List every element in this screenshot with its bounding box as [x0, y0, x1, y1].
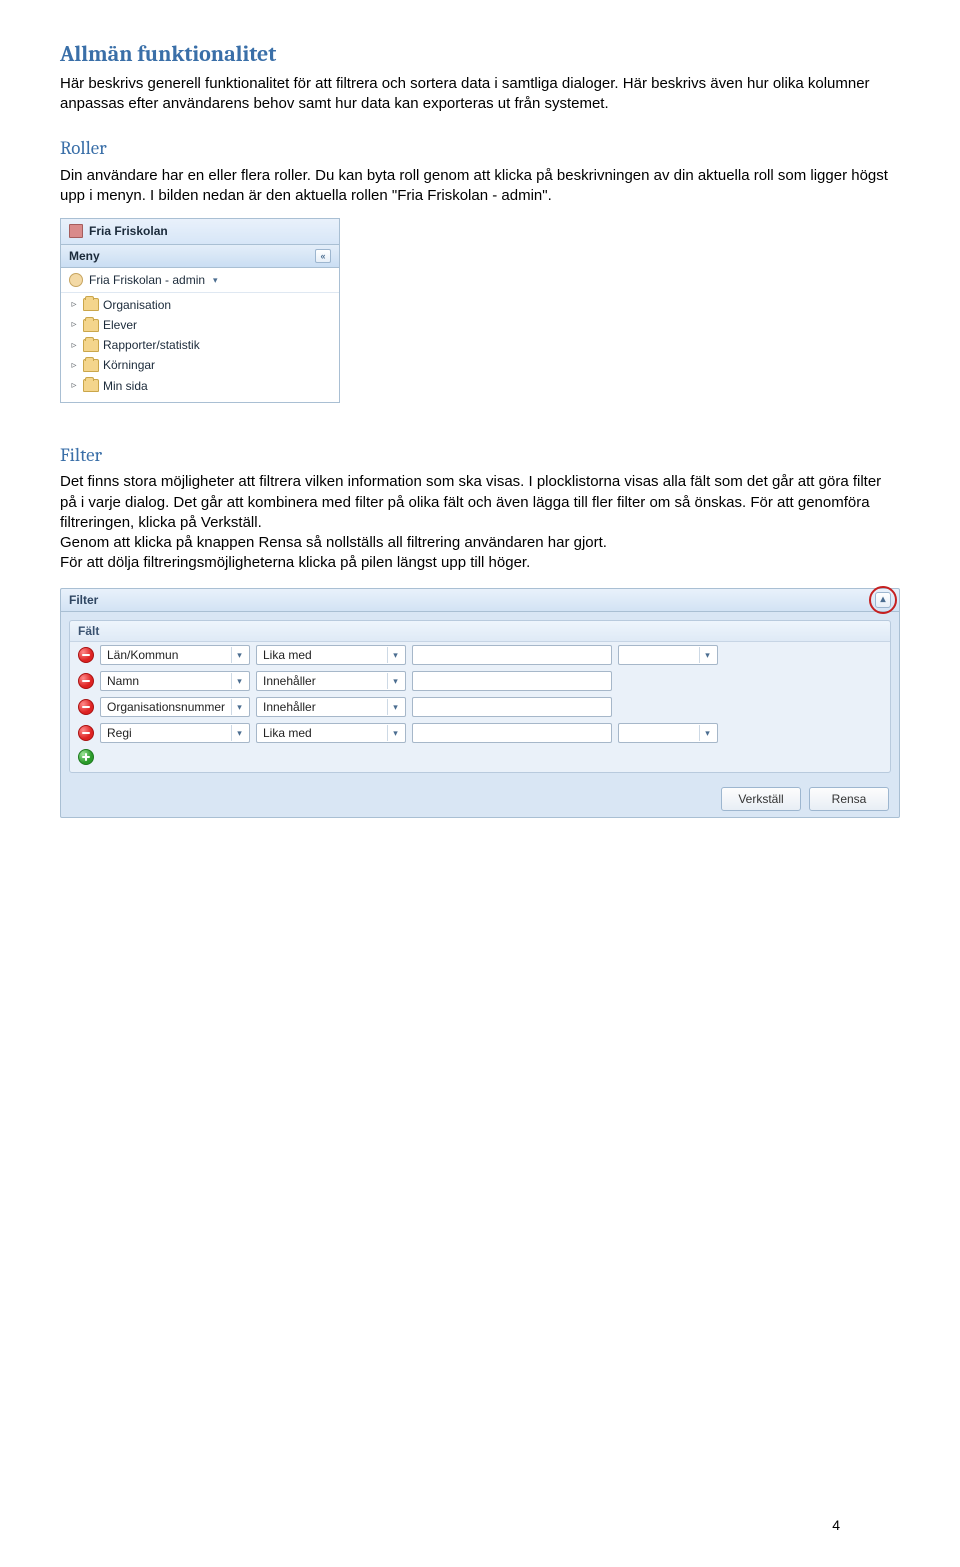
tree-caret-icon: ▹ — [69, 339, 79, 353]
filter-field-select[interactable]: Regi ▾ — [100, 723, 250, 743]
sidebar-screenshot: Fria Friskolan Meny « Fria Friskolan - a… — [60, 218, 340, 403]
chevron-down-icon: ▾ — [387, 725, 403, 741]
filter-group: Fält Län/Kommun ▾ Lika med ▾ ▾ Namn ▾ — [69, 620, 891, 773]
filter-collapse-button[interactable]: ▴ — [875, 592, 891, 608]
sidebar-item-label: Rapporter/statistik — [103, 337, 200, 353]
sidebar-item[interactable]: ▹ Rapporter/statistik — [65, 335, 339, 355]
filter-field-value: Län/Kommun — [107, 647, 178, 663]
sidebar-item[interactable]: ▹ Organisation — [65, 295, 339, 315]
chevron-down-icon: ▾ — [231, 699, 247, 715]
folder-icon — [83, 379, 99, 392]
filter-field-select[interactable]: Län/Kommun ▾ — [100, 645, 250, 665]
filter-operator-value: Lika med — [263, 725, 312, 741]
chevron-down-icon: ▾ — [387, 673, 403, 689]
filter-operator-value: Lika med — [263, 647, 312, 663]
filter-panel-title: Filter — [69, 592, 98, 608]
paragraph-roller: Din användare har en eller flera roller.… — [60, 166, 900, 207]
folder-icon — [83, 359, 99, 372]
filter-row: Namn ▾ Innehåller ▾ — [70, 668, 890, 694]
filter-group-title: Fält — [70, 621, 890, 642]
chevron-down-icon: ▾ — [699, 725, 715, 741]
filter-operator-select[interactable]: Innehåller ▾ — [256, 671, 406, 691]
remove-filter-button[interactable] — [78, 725, 94, 741]
sidebar-item[interactable]: ▹ Min sida — [65, 376, 339, 396]
sidebar-item-label: Min sida — [103, 378, 148, 394]
sidebar-item-label: Elever — [103, 317, 137, 333]
sidebar-tree: ▹ Organisation ▹ Elever ▹ Rapporter/stat… — [61, 293, 339, 402]
sidebar-item[interactable]: ▹ Elever — [65, 315, 339, 335]
filter-value-input[interactable] — [412, 645, 612, 665]
filter-row: Regi ▾ Lika med ▾ ▾ — [70, 720, 890, 746]
folder-icon — [83, 339, 99, 352]
school-icon — [69, 224, 83, 238]
chevron-down-icon: ▾ — [231, 647, 247, 663]
filter-value-input[interactable] — [412, 697, 612, 717]
sidebar-item-label: Organisation — [103, 297, 171, 313]
remove-filter-button[interactable] — [78, 699, 94, 715]
tree-caret-icon: ▹ — [69, 298, 79, 312]
filter-field-select[interactable]: Organisationsnummer ▾ — [100, 697, 250, 717]
paragraph-intro: Här beskrivs generell funktionalitet för… — [60, 74, 900, 115]
chevron-down-icon: ▾ — [213, 274, 218, 286]
sidebar-item[interactable]: ▹ Körningar — [65, 355, 339, 375]
filter-field-value: Regi — [107, 725, 132, 741]
chevron-down-icon: ▾ — [231, 673, 247, 689]
heading-filter: Filter — [60, 443, 900, 469]
filter-operator-value: Innehåller — [263, 699, 316, 715]
chevron-down-icon: ▾ — [387, 647, 403, 663]
filter-row: Län/Kommun ▾ Lika med ▾ ▾ — [70, 642, 890, 668]
filter-value-select[interactable]: ▾ — [618, 645, 718, 665]
chevron-down-icon: ▾ — [699, 647, 715, 663]
filter-add-row — [70, 746, 890, 768]
filter-value-select[interactable]: ▾ — [618, 723, 718, 743]
filter-row: Organisationsnummer ▾ Innehåller ▾ — [70, 694, 890, 720]
paragraph-filter: Det finns stora möjligheter att filtrera… — [60, 472, 900, 573]
filter-field-value: Organisationsnummer — [107, 699, 225, 715]
sidebar-title: Fria Friskolan — [89, 223, 168, 239]
add-filter-button[interactable] — [78, 749, 94, 765]
filter-operator-select[interactable]: Innehåller ▾ — [256, 697, 406, 717]
folder-icon — [83, 319, 99, 332]
filter-value-input[interactable] — [412, 671, 612, 691]
filter-value-input[interactable] — [412, 723, 612, 743]
filter-panel-header: Filter ▴ — [61, 589, 899, 612]
filter-panel: Filter ▴ Fält Län/Kommun ▾ Lika med ▾ ▾ — [60, 588, 900, 818]
sidebar-item-label: Körningar — [103, 357, 155, 373]
clear-filter-button[interactable]: Rensa — [809, 787, 889, 811]
filter-operator-select[interactable]: Lika med ▾ — [256, 723, 406, 743]
tree-caret-icon: ▹ — [69, 359, 79, 373]
sidebar-menu-header: Meny « — [61, 245, 339, 268]
annotation-circle — [869, 586, 897, 614]
user-icon — [69, 273, 83, 287]
role-selector[interactable]: Fria Friskolan - admin ▾ — [61, 268, 339, 293]
filter-buttons: Verkställ Rensa — [61, 781, 899, 811]
sidebar-collapse-button[interactable]: « — [315, 249, 331, 263]
heading-allman-funktionalitet: Allmän funktionalitet — [60, 40, 900, 70]
filter-field-select[interactable]: Namn ▾ — [100, 671, 250, 691]
tree-caret-icon: ▹ — [69, 379, 79, 393]
filter-field-value: Namn — [107, 673, 139, 689]
sidebar-title-bar: Fria Friskolan — [61, 219, 339, 244]
remove-filter-button[interactable] — [78, 673, 94, 689]
chevron-down-icon: ▾ — [231, 725, 247, 741]
tree-caret-icon: ▹ — [69, 318, 79, 332]
heading-roller: Roller — [60, 136, 900, 162]
sidebar-menu-label: Meny — [69, 248, 100, 264]
apply-filter-button[interactable]: Verkställ — [721, 787, 801, 811]
folder-icon — [83, 298, 99, 311]
filter-operator-value: Innehåller — [263, 673, 316, 689]
remove-filter-button[interactable] — [78, 647, 94, 663]
page-number: 4 — [832, 1516, 840, 1535]
role-label: Fria Friskolan - admin — [89, 272, 205, 288]
filter-operator-select[interactable]: Lika med ▾ — [256, 645, 406, 665]
chevron-down-icon: ▾ — [387, 699, 403, 715]
